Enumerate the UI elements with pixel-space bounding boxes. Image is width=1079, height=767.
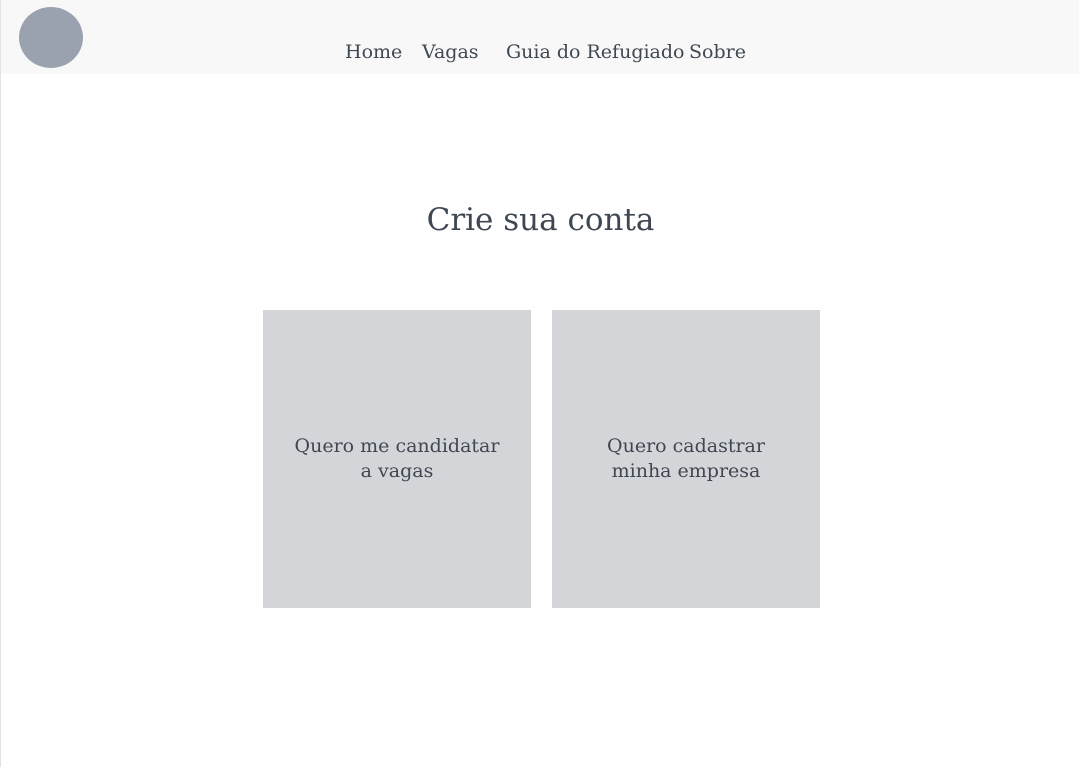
nav-refugee-guide-link[interactable]: Guia do Refugiado xyxy=(506,40,685,64)
top-navigation-bar: Home Vagas Guia do Refugiado Sobre xyxy=(1,0,1079,74)
company-signup-label-line-2: minha empresa xyxy=(611,460,761,482)
logo-icon[interactable] xyxy=(19,7,83,68)
company-signup-label: Quero cadastrar minha empresa xyxy=(576,434,796,484)
nav-about-link[interactable]: Sobre xyxy=(689,40,746,64)
company-signup-card[interactable]: Quero cadastrar minha empresa xyxy=(552,310,820,608)
candidate-signup-card[interactable]: Quero me candidatar a vagas xyxy=(263,310,531,608)
page-title: Crie sua conta xyxy=(426,202,655,238)
company-signup-label-line-1: Quero cadastrar xyxy=(607,435,765,457)
nav-vagas-link[interactable]: Vagas xyxy=(422,40,479,64)
candidate-signup-label-line-1: Quero me candidatar xyxy=(294,435,500,457)
nav-home-link[interactable]: Home xyxy=(345,40,402,64)
candidate-signup-label-line-2: a vagas xyxy=(360,460,434,482)
candidate-signup-label: Quero me candidatar a vagas xyxy=(287,434,507,484)
page: Home Vagas Guia do Refugiado Sobre Crie … xyxy=(0,0,1079,767)
